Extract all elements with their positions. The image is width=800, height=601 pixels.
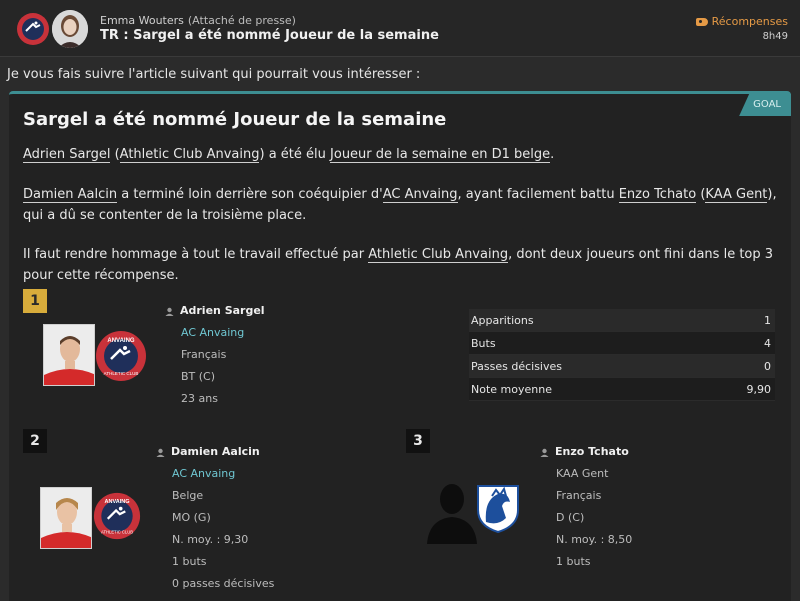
player-club[interactable]: AC Anvaing <box>165 322 265 344</box>
stat-row: Passes décisives 0 <box>469 355 775 378</box>
paragraph-text: a terminé loin derrière son coéquipier d… <box>121 187 383 202</box>
article-paragraph-3: Il faut rendre hommage à tout le travail… <box>23 244 783 286</box>
player-name-row[interactable]: Adrien Sargel <box>165 300 265 322</box>
player-info-3: Enzo Tchato KAA Gent Français D (C) N. m… <box>540 441 632 573</box>
article-paragraph-2: Damien Aalcin a terminé loin derrière so… <box>23 187 777 223</box>
club-crest-icon[interactable]: ANVAING ATHLETIC CLUB <box>95 330 147 382</box>
crest-text: ATHLETIC CLUB <box>104 371 139 376</box>
club-link[interactable]: Athletic Club Anvaing <box>119 147 260 163</box>
article-title: Sargel a été nommé Joueur de la semaine <box>23 109 447 130</box>
tag-icon <box>695 17 708 26</box>
message-time: 8h49 <box>762 31 788 42</box>
player-nationality: Français <box>181 348 227 361</box>
article-card: GOAL Sargel a été nommé Joueur de la sem… <box>9 91 791 601</box>
player-name: Adrien Sargel <box>180 304 265 317</box>
paragraph-text: Il faut rendre hommage à tout le travail… <box>23 247 365 262</box>
stat-value: 1 <box>764 314 771 327</box>
player-link[interactable]: Adrien Sargel <box>23 147 111 163</box>
rank-badge-3: 3 <box>406 429 430 453</box>
stat-row: Note moyenne 9,90 <box>469 378 775 401</box>
rank-badge-1: 1 <box>23 289 47 313</box>
person-icon <box>156 448 165 457</box>
club-crest-icon[interactable] <box>16 12 50 46</box>
crest-text: ATHLETIC CLUB <box>101 530 133 535</box>
message-subject: TR : Sargel a été nommé Joueur de la sem… <box>100 28 439 43</box>
stat-label: Apparitions <box>471 314 534 327</box>
intro-text: Je vous fais suivre l'article suivant qu… <box>7 67 421 82</box>
player-info-2: Damien Aalcin AC Anvaing Belge MO (G) N.… <box>156 441 274 595</box>
sender-line: Emma Wouters (Attaché de presse) <box>100 14 296 27</box>
club-link[interactable]: AC Anvaing <box>382 187 458 203</box>
player-position: BT (C) <box>181 370 216 383</box>
gent-crest-icon[interactable] <box>474 482 522 534</box>
player-goals: 1 buts <box>556 555 591 568</box>
player-photo[interactable] <box>43 324 95 386</box>
club-link[interactable]: KAA Gent <box>705 187 768 203</box>
player-nationality: Belge <box>172 489 204 502</box>
person-icon <box>540 448 549 457</box>
club-link[interactable]: Athletic Club Anvaing <box>368 247 509 263</box>
player-club[interactable]: AC Anvaing <box>156 463 274 485</box>
sender-avatar[interactable] <box>52 10 88 48</box>
stat-value: 9,90 <box>746 383 772 396</box>
article-paragraph-1: Adrien Sargel (Athletic Club Anvaing) a … <box>23 147 555 163</box>
stat-value: 0 <box>764 360 771 373</box>
player-position: D (C) <box>556 511 585 524</box>
paragraph-text: a été élu <box>268 147 326 162</box>
stat-label: Buts <box>471 337 496 350</box>
stat-label: Passes décisives <box>471 360 562 373</box>
player-name-row[interactable]: Enzo Tchato <box>540 441 632 463</box>
stat-label: Note moyenne <box>471 383 552 396</box>
stat-row: Buts 4 <box>469 332 775 355</box>
player-age: 23 ans <box>181 392 218 405</box>
player-name-row[interactable]: Damien Aalcin <box>156 441 274 463</box>
source-badge: GOAL <box>739 94 791 116</box>
player-name: Enzo Tchato <box>555 445 629 458</box>
player-club[interactable]: KAA Gent <box>540 463 632 485</box>
player-nationality: Français <box>556 489 602 502</box>
paragraph-text: , ayant facilement battu <box>457 187 615 202</box>
player-avg-rating: N. moy. : 9,30 <box>172 533 249 546</box>
player-assists: 0 passes décisives <box>172 577 275 590</box>
player-position: MO (G) <box>172 511 211 524</box>
category-tag-label: Récompenses <box>711 15 788 28</box>
rank-badge-2: 2 <box>23 429 47 453</box>
message-header: Emma Wouters (Attaché de presse) TR : Sar… <box>0 0 800 57</box>
player-name: Damien Aalcin <box>171 445 260 458</box>
category-tag[interactable]: Récompenses <box>695 15 788 28</box>
crest-text: ANVAING <box>107 338 135 344</box>
player-goals: 1 buts <box>172 555 207 568</box>
sender-name[interactable]: Emma Wouters <box>100 14 184 27</box>
stat-row: Apparitions 1 <box>469 309 775 332</box>
player-silhouette-icon[interactable] <box>425 479 479 544</box>
player-avg-rating: N. moy. : 8,50 <box>556 533 633 546</box>
player-link[interactable]: Enzo Tchato <box>618 187 697 203</box>
award-link[interactable]: Joueur de la semaine en D1 belge <box>330 147 551 163</box>
stats-table: Apparitions 1 Buts 4 Passes décisives 0 Not… <box>469 309 775 401</box>
player-link[interactable]: Damien Aalcin <box>23 187 118 203</box>
club-crest-icon[interactable]: ANVAING ATHLETIC CLUB <box>93 492 141 540</box>
person-icon <box>165 307 174 316</box>
player-photo[interactable] <box>40 487 92 549</box>
player-info-1: Adrien Sargel AC Anvaing Français BT (C)… <box>165 300 265 410</box>
stat-value: 4 <box>764 337 771 350</box>
sender-role: (Attaché de presse) <box>187 14 296 27</box>
crest-text: ANVAING <box>104 499 129 505</box>
